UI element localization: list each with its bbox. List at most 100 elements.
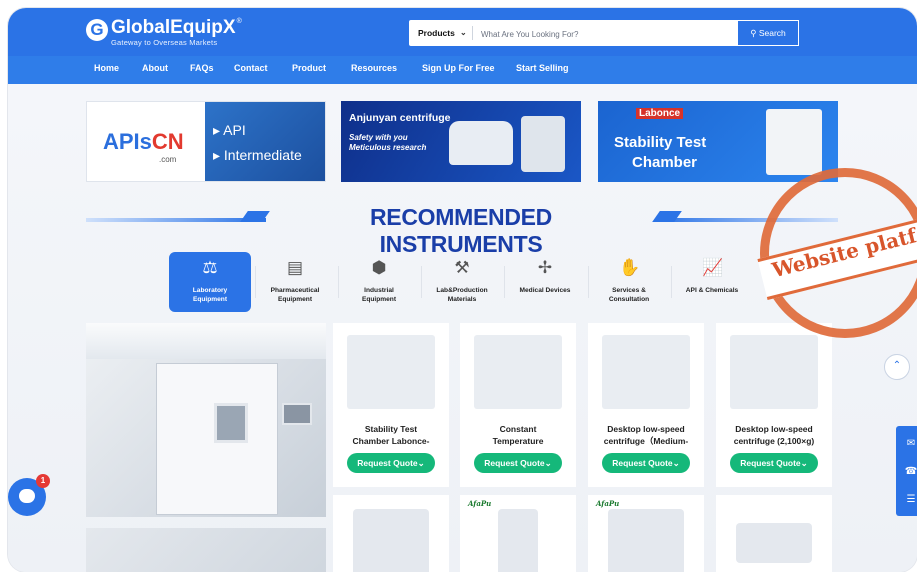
menu-icon[interactable]: ☰ (904, 494, 917, 505)
microscope-icon: ⚖ (202, 258, 218, 277)
product-card[interactable]: AfaPu (588, 495, 704, 572)
syringe-icon: ✢ (537, 258, 553, 277)
centrifuge-image (449, 121, 513, 165)
category-tab-laboratory[interactable]: ⚖ Laboratory Equipment (169, 252, 251, 312)
nav-resources[interactable]: Resources (351, 56, 397, 84)
top-header: G GlobalEquipX ® Gateway to Overseas Mar… (8, 8, 917, 56)
main-nav: Home About FAQs Contact Product Resource… (8, 56, 917, 84)
side-contact-bar: ✉ ☎ ☰ (896, 426, 917, 516)
product-card[interactable]: Stability Test Chamber Labonce- Request Q… (333, 323, 449, 487)
request-quote-button[interactable]: Request Quote⌄ (474, 453, 562, 473)
chart-icon: 📈 (702, 258, 724, 277)
nav-start-selling[interactable]: Start Selling (516, 56, 569, 84)
page-frame: G GlobalEquipX ® Gateway to Overseas Mar… (8, 8, 917, 572)
apiscn-logo-b: CN (151, 129, 184, 154)
labonce-title-2: Chamber (632, 154, 698, 171)
nav-home[interactable]: Home (94, 56, 119, 84)
product-image (498, 509, 538, 572)
scroll-top-button[interactable]: ⌃ (884, 354, 910, 380)
site-logo[interactable]: G GlobalEquipX ® Gateway to Overseas Mar… (86, 17, 242, 47)
category-tab-api-chemicals[interactable]: 📈 API & Chemicals (671, 252, 753, 312)
banner-labonce[interactable]: Labonce Stability Test Chamber (598, 101, 838, 182)
product-name: Constant Temperature (492, 424, 544, 446)
logo-trademark: ® (236, 18, 242, 25)
category-tab-services[interactable]: ✋ Services & Consultation (588, 252, 670, 312)
control-panel (282, 403, 312, 425)
cabinet-icon: ▤ (286, 258, 304, 277)
category-label: API & Chemicals (685, 287, 739, 294)
chamber-window (214, 403, 248, 443)
ceiling (86, 323, 326, 359)
apiscn-line1: ▸ API (213, 122, 246, 138)
apiscn-intermediate-text: Intermediate (223, 147, 302, 163)
product-card[interactable]: Desktop low-speed centrifuge (2,100×g) Re… (716, 323, 832, 487)
search-input[interactable] (479, 24, 733, 44)
apiscn-graphic: ▸ API ▸ Intermediate (205, 102, 325, 181)
product-card[interactable] (333, 495, 449, 572)
labonce-brand: Labonce (636, 108, 684, 119)
chat-bubble-icon (19, 489, 35, 503)
logo-name: GlobalEquipX (111, 17, 236, 38)
request-quote-button[interactable]: Request Quote⌄ (347, 453, 435, 473)
tools-icon: ⚒ (454, 258, 470, 277)
product-name: Desktop low-speed centrifuge（Medium- (603, 424, 689, 446)
category-label: Industrial Equipment (361, 287, 397, 303)
search-bar: Products ⌄ ⚲ Search (409, 20, 799, 46)
product-name: Stability Test Chamber Labonce- (352, 424, 430, 446)
stability-chamber-image (766, 109, 822, 175)
search-divider (472, 26, 473, 40)
category-label: Lab&Production Materials (436, 287, 488, 303)
banner-apiscn[interactable]: APIsCN .com ▸ API ▸ Intermediate (86, 101, 326, 182)
logo-mark-icon: G (86, 19, 108, 41)
category-tab-lab-production[interactable]: ⚒ Lab&Production Materials (421, 252, 503, 312)
apiscn-line2: ▸ Intermediate (213, 147, 302, 163)
logo-tagline: Gateway to Overseas Markets (111, 38, 218, 47)
category-label: Medical Devices (519, 287, 571, 294)
search-button-label: Search (758, 28, 786, 38)
product-image (608, 509, 684, 572)
product-card[interactable]: Constant Temperature Request Quote⌄ (460, 323, 576, 487)
nav-faqs[interactable]: FAQs (190, 56, 214, 84)
product-card[interactable]: AfaPu (460, 495, 576, 572)
product-image (347, 335, 435, 409)
category-tab-medical[interactable]: ✢ Medical Devices (504, 252, 586, 312)
anjunyan-title: Anjunyan centrifuge (349, 112, 451, 124)
product-image (736, 523, 812, 563)
apiscn-domain: .com (159, 155, 177, 164)
section-title: RECOMMENDED INSTRUMENTS (370, 204, 552, 257)
category-label: Services & Consultation (608, 287, 650, 303)
featured-product-image-2[interactable] (86, 528, 326, 572)
apiscn-logo: APIsCN (103, 129, 184, 155)
anjunyan-subtitle-1: Safety with you (349, 133, 408, 142)
nav-contact[interactable]: Contact (234, 56, 268, 84)
email-icon[interactable]: ✉ (904, 438, 917, 449)
search-category-select[interactable]: Products ⌄ (409, 20, 471, 46)
category-tab-pharmaceutical[interactable]: ▤ Pharmaceutical Equipment (254, 252, 336, 312)
request-quote-button[interactable]: Request Quote⌄ (730, 453, 818, 473)
product-name: Desktop low-speed centrifuge (2,100×g) (733, 424, 815, 446)
search-category-label: Products (418, 28, 455, 38)
hand-icon: ✋ (619, 258, 641, 277)
category-tab-industrial[interactable]: ⬢ Industrial Equipment (338, 252, 420, 312)
banner-anjunyan[interactable]: Anjunyan centrifuge Safety with you Meti… (341, 101, 581, 182)
cube-icon: ⬢ (371, 258, 387, 277)
apiscn-api-text: API (223, 122, 246, 138)
category-label: Pharmaceutical Equipment (270, 287, 320, 303)
whatsapp-icon[interactable]: ☎ (904, 466, 917, 477)
product-card[interactable] (716, 495, 832, 572)
nav-product[interactable]: Product (292, 56, 326, 84)
nav-about[interactable]: About (142, 56, 168, 84)
search-button[interactable]: ⚲ Search (737, 20, 799, 46)
chevron-down-icon: ⌄ (460, 28, 467, 37)
product-image (730, 335, 818, 409)
nav-sign-up[interactable]: Sign Up For Free (422, 56, 495, 84)
product-image (353, 509, 429, 572)
search-icon: ⚲ (750, 28, 757, 38)
request-quote-button[interactable]: Request Quote⌄ (602, 453, 690, 473)
brand-logo: AfaPu (596, 499, 620, 508)
brand-logo: AfaPu (468, 499, 492, 508)
featured-product-image[interactable] (86, 323, 326, 517)
product-card[interactable]: Desktop low-speed centrifuge（Medium- Requ… (588, 323, 704, 487)
product-image (474, 335, 562, 409)
chevron-up-icon: ⌃ (892, 360, 902, 371)
